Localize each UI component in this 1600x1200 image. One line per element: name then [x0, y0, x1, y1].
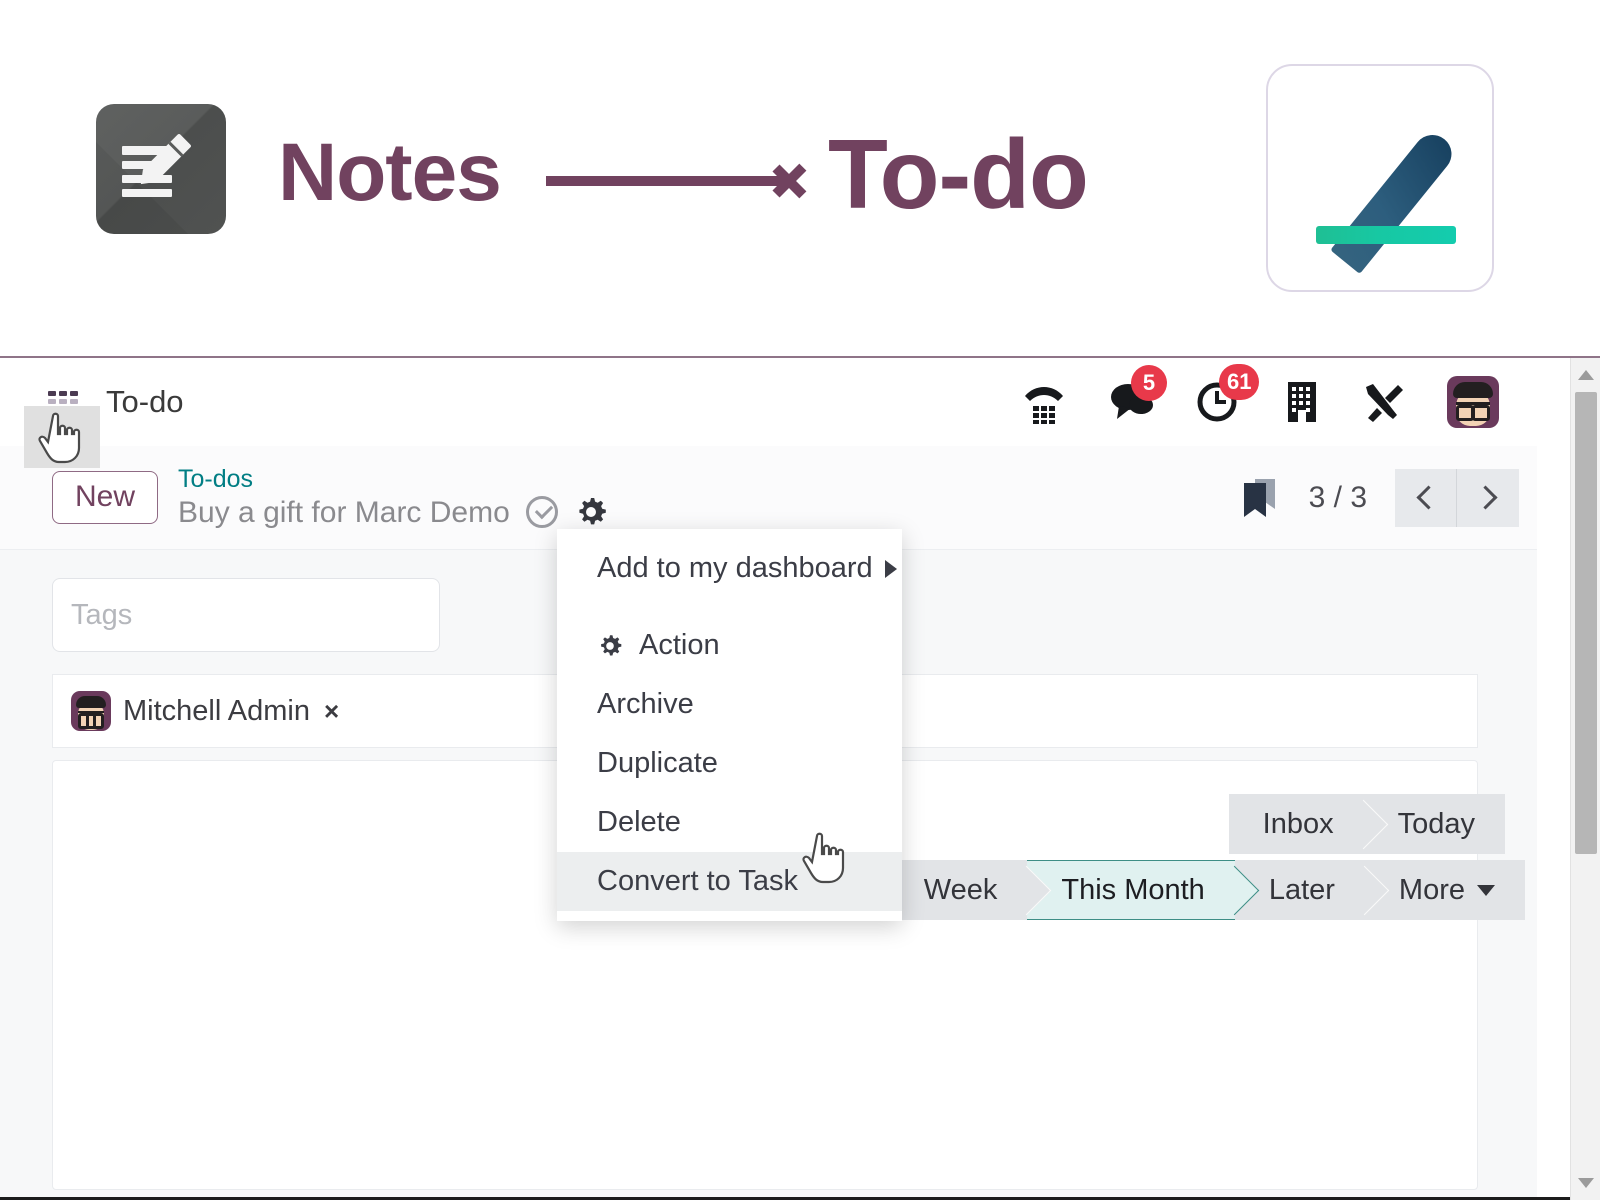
statusbar-pill-week[interactable]: Week — [889, 860, 1028, 920]
pen-stroke-icon — [1330, 127, 1460, 274]
scroll-up-arrow-icon[interactable] — [1577, 370, 1594, 380]
breadcrumb-parent[interactable]: To-dos — [178, 465, 253, 495]
menu-item-duplicate[interactable]: Duplicate — [557, 734, 902, 793]
control-panel-right: 3 / 3 — [1239, 468, 1519, 527]
scrollbar-thumb[interactable] — [1575, 392, 1597, 854]
navbar-systray: 5 61 — [1021, 364, 1521, 428]
activities-clock-icon[interactable]: 61 — [1197, 364, 1260, 424]
menu-item-archive[interactable]: Archive — [557, 675, 902, 734]
pill-label: Today — [1397, 807, 1475, 840]
pager-next-button[interactable] — [1457, 468, 1519, 527]
apps-grid-icon[interactable] — [48, 391, 78, 413]
gear-icon[interactable] — [574, 495, 608, 529]
tags-input[interactable]: Tags — [52, 578, 440, 652]
scroll-down-arrow-icon[interactable] — [1577, 1178, 1594, 1188]
right-arrow-icon — [546, 176, 806, 186]
banner-to-label: To-do — [828, 119, 1089, 229]
pager-buttons — [1395, 468, 1519, 527]
rebrand-banner: Notes To-do — [0, 0, 1600, 358]
statusbar-pill-inbox[interactable]: Inbox — [1228, 794, 1364, 854]
remove-assignee-button[interactable]: × — [324, 696, 339, 727]
statusbar-lower: Week This Month Later More — [889, 860, 1525, 920]
pill-label: Week — [923, 873, 998, 906]
menu-item-label: Add to my dashboard — [597, 552, 873, 584]
menu-item-label: Convert to Task — [597, 865, 798, 897]
bookmark-icon[interactable] — [1239, 475, 1281, 521]
odoo-app-screenshot: To-do 5 61 New To-dos Buy a gift for Mar… — [0, 358, 1600, 1200]
breadcrumb: To-dos Buy a gift for Marc Demo — [178, 465, 608, 530]
chevron-right-icon — [1472, 485, 1498, 510]
breadcrumb-current: Buy a gift for Marc Demo — [178, 495, 510, 529]
menu-item-convert-to-task[interactable]: Convert to Task — [557, 852, 902, 911]
menu-separator — [557, 598, 902, 616]
chevron-left-icon — [1416, 485, 1441, 510]
gear-icon — [597, 633, 623, 659]
chevron-right-icon — [884, 559, 897, 578]
company-building-icon[interactable] — [1285, 380, 1319, 424]
pill-label: This Month — [1061, 873, 1205, 906]
phone-dialpad-icon[interactable] — [1021, 380, 1067, 424]
pager-count[interactable]: 3 / 3 — [1309, 481, 1367, 515]
menu-item-label: Delete — [597, 806, 681, 838]
chevron-down-icon — [1477, 884, 1495, 896]
menu-item-label: Duplicate — [597, 747, 718, 779]
pill-label: More — [1398, 873, 1465, 906]
pill-label: Inbox — [1262, 807, 1334, 840]
activities-badge: 61 — [1219, 364, 1260, 400]
banner-from-label: Notes — [278, 127, 502, 218]
underline-stroke-icon — [1316, 226, 1456, 244]
statusbar-top: Inbox Today — [1228, 794, 1505, 854]
avatar[interactable] — [1447, 376, 1499, 428]
assignee-name: Mitchell Admin — [123, 694, 310, 727]
developer-tools-icon[interactable] — [1361, 380, 1405, 424]
todo-app-icon — [1266, 64, 1494, 292]
navbar: To-do 5 61 — [0, 358, 1537, 446]
assignee-avatar — [71, 691, 111, 731]
pager-previous-button[interactable] — [1395, 468, 1457, 527]
new-button[interactable]: New — [52, 471, 159, 524]
messages-badge: 5 — [1131, 365, 1167, 401]
messages-icon[interactable]: 5 — [1109, 365, 1167, 423]
notes-app-icon — [96, 104, 226, 234]
settings-dropdown-menu: Add to my dashboard Action Archive Dupli… — [557, 529, 902, 921]
menu-item-action[interactable]: Action — [557, 616, 902, 675]
app-title: To-do — [106, 384, 184, 419]
menu-item-add-to-my-dashboard[interactable]: Add to my dashboard — [557, 539, 902, 598]
menu-item-label: Action — [639, 629, 720, 661]
menu-item-delete[interactable]: Delete — [557, 793, 902, 852]
mark-as-done-icon[interactable] — [525, 496, 558, 529]
menu-item-label: Archive — [597, 688, 694, 720]
vertical-scrollbar[interactable] — [1570, 358, 1600, 1200]
statusbar-pill-this-month[interactable]: This Month — [1027, 860, 1235, 920]
pill-label: Later — [1268, 873, 1335, 906]
